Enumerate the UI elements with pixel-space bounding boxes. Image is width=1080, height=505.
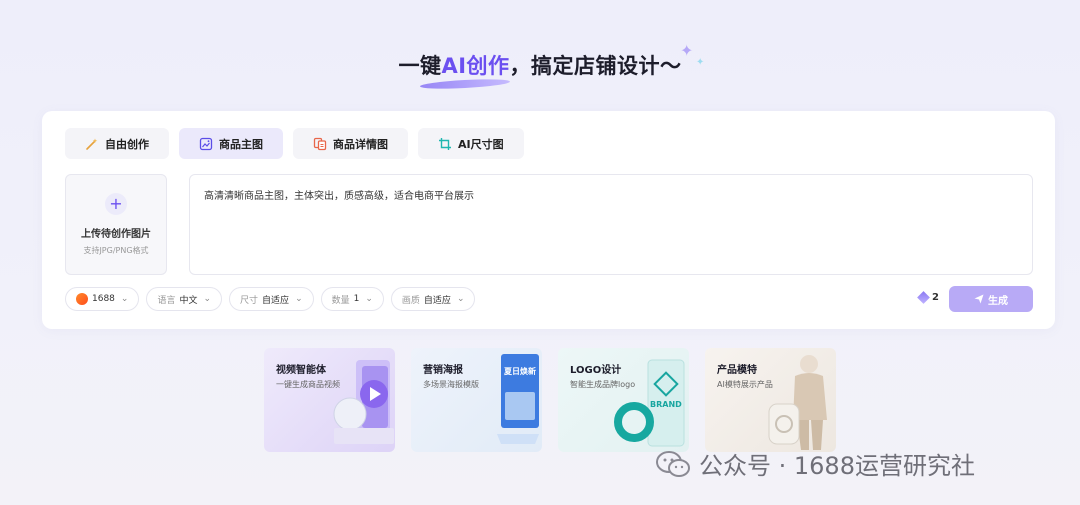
chevron-down-icon: ⌄ [203,294,212,304]
size-label: 尺寸 [240,295,259,306]
wechat-icon [656,450,690,477]
chevron-down-icon: ⌄ [456,294,465,304]
video-play-illustration [333,360,394,444]
generate-button[interactable]: 生成 [949,286,1033,312]
tab-label: 商品详情图 [333,137,388,151]
size-value: 自适应 [262,295,290,306]
tab-ai-size-image[interactable]: AI尺寸图 [418,128,524,159]
poster-art-text: 夏日焕新 [504,367,536,376]
creation-panel: 自由创作 商品主图 商品详情图 AI尺寸图 + 上传待创作图片 支持JPG/PN… [42,111,1055,329]
chevron-down-icon: ⌄ [295,294,303,304]
logo-art-text: BRAND [650,400,682,409]
credit-value: 2 [932,292,939,303]
platform-value: 1688 [92,294,115,304]
platform-select[interactable]: 1688 ⌄ [65,287,140,311]
feature-card-marketing-poster[interactable]: 营销海报 多场景海报模版 夏日焕新 [411,348,542,452]
upload-title: 上传待创作图片 [81,229,151,240]
feature-subtitle: 多场景海报模版 [423,380,479,389]
sparkle-icon: ✦ [680,41,694,60]
diamond-icon [917,291,930,304]
upload-format-hint: 支持JPG/PNG格式 [83,246,149,255]
detail-image-icon [313,137,327,151]
feature-subtitle: 一键生成商品视频 [276,380,340,389]
tab-label: AI尺寸图 [458,137,504,151]
poster-illustration: 夏日焕新 [495,352,541,448]
quality-select[interactable]: 画质 自适应 ⌄ [390,287,476,311]
count-value: 1 [353,294,360,304]
feature-card-video-agent[interactable]: 视频智能体 一键生成商品视频 [264,348,395,452]
generation-options: 1688 ⌄ 语言 中文 ⌄ 尺寸 自适应 ⌄ 数量 1 ⌄ 画质 自适应 ⌄ [65,287,476,311]
send-icon [974,294,984,304]
sparkle-small-icon: ✦ [696,57,705,68]
feature-title: 产品模特 [717,365,757,376]
tab-product-main-image[interactable]: 商品主图 [179,128,283,159]
mode-tabs: 自由创作 商品主图 商品详情图 AI尺寸图 [65,128,524,159]
quality-value: 自适应 [423,295,451,306]
1688-logo-icon [76,293,88,305]
model-illustration [768,355,827,450]
language-value: 中文 [179,295,198,306]
headline-ai: AI创作 [441,54,510,78]
page-headline: 一键AI创作，搞定店铺设计～ [0,50,1080,80]
size-select[interactable]: 尺寸 自适应 ⌄ [229,287,314,311]
prompt-input[interactable]: 高清清晰商品主图，主体突出，质感高级，适合电商平台展示 [189,174,1033,275]
tab-free-creation[interactable]: 自由创作 [65,128,169,159]
logo-illustration: BRAND [614,356,689,452]
language-select[interactable]: 语言 中文 ⌄ [146,287,223,311]
feature-title: 视频智能体 [276,365,326,376]
chevron-down-icon: ⌄ [365,294,373,304]
wechat-watermark: 公众号 · 1688运营研究社 [655,446,975,481]
credit-cost: 2 [917,291,939,304]
tab-product-detail-image[interactable]: 商品详情图 [293,128,408,159]
chevron-down-icon: ⌄ [120,294,129,304]
headline-prefix: 一键 [398,54,442,78]
count-label: 数量 [331,295,350,306]
feature-cards: 视频智能体 一键生成商品视频 营销海报 多场景海报模版 夏日焕新 LOGO设计 … [264,348,836,452]
count-select[interactable]: 数量 1 ⌄ [320,287,384,311]
watermark-text: 公众号 · 1688运营研究社 [699,452,975,480]
magic-wand-icon [85,137,99,151]
image-upload-area[interactable]: + 上传待创作图片 支持JPG/PNG格式 [65,174,167,275]
generate-label: 生成 [988,295,1008,307]
image-icon [199,137,213,151]
feature-card-product-model[interactable]: 产品模特 AI模特展示产品 [705,348,836,452]
language-label: 语言 [157,295,176,306]
plus-icon: + [105,193,127,215]
tab-label: 自由创作 [105,137,149,151]
headline-suffix: ，搞定店铺设计～ [509,54,682,78]
feature-title: 营销海报 [423,365,463,376]
quality-label: 画质 [401,295,420,306]
crop-icon [438,137,452,151]
tab-label: 商品主图 [219,137,263,151]
feature-card-logo-design[interactable]: LOGO设计 智能生成品牌logo BRAND [558,348,689,452]
